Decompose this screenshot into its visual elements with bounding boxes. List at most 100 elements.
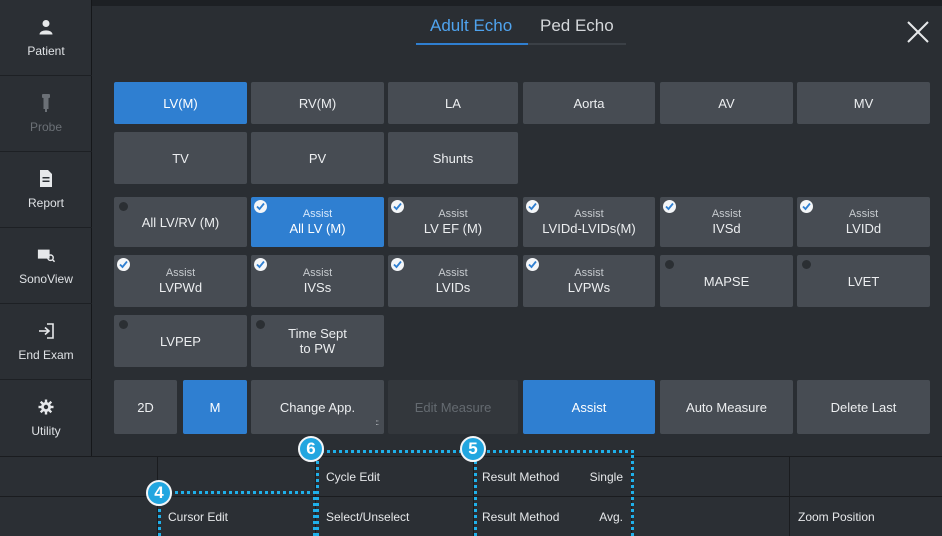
- change-app-button[interactable]: Change App. ::: [251, 380, 384, 434]
- measure-mapse-button[interactable]: MAPSE: [660, 255, 793, 307]
- measure-label: LVIDs: [435, 280, 471, 295]
- sidebar-item-patient[interactable]: Patient: [0, 0, 92, 76]
- auto-measure-button[interactable]: Auto Measure: [660, 380, 793, 434]
- change-app-label: Change App.: [279, 399, 356, 415]
- callout-6-badge: 6: [298, 436, 324, 462]
- zoom-position-label: Zoom Position: [798, 509, 875, 524]
- unchecked-indicator: [665, 260, 674, 269]
- sidebar-item-label: SonoView: [19, 271, 73, 286]
- category-rv-m-button[interactable]: RV(M): [251, 82, 384, 124]
- check-icon: [391, 200, 404, 213]
- sidebar-item-label: Patient: [27, 43, 65, 58]
- callout-5-frame: [474, 450, 634, 536]
- edit-measure-button[interactable]: Edit Measure: [388, 380, 518, 434]
- measure-lvpep-button[interactable]: LVPEP: [114, 315, 247, 367]
- check-icon: [663, 200, 676, 213]
- assist-label: Assist: [302, 208, 333, 220]
- unchecked-indicator: [256, 320, 265, 329]
- soft-key-empty: [632, 456, 790, 496]
- check-icon: [254, 258, 267, 271]
- category-tv-button[interactable]: TV: [114, 132, 247, 184]
- category-lv-m-button[interactable]: LV(M): [114, 82, 247, 124]
- close-icon[interactable]: [906, 20, 930, 44]
- tab-ped-echo[interactable]: Ped Echo: [540, 16, 614, 36]
- sidebar-item-label: Utility: [31, 424, 61, 438]
- sidebar-item-end-exam[interactable]: End Exam: [0, 304, 92, 380]
- measure-label: LVPWd: [158, 280, 203, 295]
- soft-key-empty: [632, 496, 790, 536]
- measure-lvids-button[interactable]: Assist LVIDs: [388, 255, 518, 307]
- exit-icon: [37, 322, 55, 340]
- measure-lvpws-button[interactable]: Assist LVPWs: [523, 255, 655, 307]
- sidebar-item-label: Report: [27, 195, 65, 210]
- gear-icon: [37, 398, 55, 416]
- measure-ivsd-button[interactable]: Assist IVSd: [660, 197, 793, 247]
- assist-label: Assist: [574, 267, 604, 279]
- category-av-button[interactable]: AV: [660, 82, 793, 124]
- assist-label: Assist: [574, 208, 604, 220]
- assist-button[interactable]: Assist: [523, 380, 655, 434]
- check-icon: [391, 258, 404, 271]
- assist-label: Assist: [438, 267, 468, 279]
- measure-label: LVPEP: [160, 333, 201, 349]
- assist-label: Assist: [711, 208, 742, 220]
- category-aorta-button[interactable]: Aorta: [523, 82, 655, 124]
- check-icon: [526, 258, 539, 271]
- delete-last-button[interactable]: Delete Last: [797, 380, 930, 434]
- check-icon: [117, 258, 130, 271]
- callout-6-frame: [316, 450, 474, 536]
- soft-key-empty: [0, 496, 158, 536]
- measure-label: All LV (M): [289, 221, 346, 236]
- soft-key-empty: [0, 456, 158, 496]
- measure-ivss-button[interactable]: Assist IVSs: [251, 255, 384, 307]
- measure-label: LVET: [847, 273, 880, 289]
- measure-label: IVSd: [712, 221, 741, 236]
- category-la-button[interactable]: LA: [388, 82, 518, 124]
- tab-active-indicator: [416, 43, 528, 45]
- measure-lv-ef-m-button[interactable]: Assist LV EF (M): [388, 197, 518, 247]
- sidebar-item-report[interactable]: Report: [0, 152, 92, 228]
- measure-lvpwd-button[interactable]: Assist LVPWd: [114, 255, 247, 307]
- measure-label: All LV/RV (M): [141, 214, 220, 230]
- sidebar: Patient Probe Report SonoView End Exam U…: [0, 0, 92, 456]
- unchecked-indicator: [802, 260, 811, 269]
- measure-label: Time Sept to PW: [288, 326, 347, 356]
- document-icon: [37, 170, 55, 188]
- sidebar-item-utility[interactable]: Utility: [0, 380, 92, 456]
- sidebar-item-label: Probe: [29, 119, 63, 134]
- measure-lvidd-lvids-m-button[interactable]: Assist LVIDd-LVIDs(M): [523, 197, 655, 247]
- measure-label: LVPWs: [567, 280, 611, 295]
- soft-key-empty: [158, 456, 316, 496]
- probe-icon: [37, 93, 55, 112]
- check-icon: [526, 200, 539, 213]
- measure-label: LVIDd: [845, 221, 882, 236]
- assist-label: Assist: [302, 267, 333, 279]
- measure-lvet-button[interactable]: LVET: [797, 255, 930, 307]
- callout-5-badge: 5: [460, 436, 486, 462]
- measure-time-sept-to-pw-button[interactable]: Time Sept to PW: [251, 315, 384, 367]
- measure-all-lv-rv-m-button[interactable]: All LV/RV (M): [114, 197, 247, 247]
- check-icon: [254, 200, 267, 213]
- measure-label: IVSs: [303, 280, 332, 295]
- sidebar-item-sonoview[interactable]: SonoView: [0, 228, 92, 304]
- sidebar-item-label: End Exam: [18, 347, 74, 362]
- mode-m-button[interactable]: M: [183, 380, 247, 434]
- soft-key-empty: [790, 456, 942, 496]
- measure-lvidd-button[interactable]: Assist LVIDd: [797, 197, 930, 247]
- measure-all-lv-m-button[interactable]: Assist All LV (M): [251, 197, 384, 247]
- zoom-position-key[interactable]: Zoom Position: [790, 496, 942, 536]
- check-icon: [800, 200, 813, 213]
- callout-4-badge: 4: [146, 480, 172, 506]
- assist-label: Assist: [165, 267, 196, 279]
- measure-label: LVIDd-LVIDs(M): [542, 221, 636, 236]
- category-pv-button[interactable]: PV: [251, 132, 384, 184]
- sidebar-item-probe[interactable]: Probe: [0, 76, 92, 152]
- mode-2d-button[interactable]: 2D: [114, 380, 177, 434]
- category-mv-button[interactable]: MV: [797, 82, 930, 124]
- callout-4-frame: [158, 491, 316, 536]
- more-options-icon: ::: [375, 418, 380, 427]
- category-shunts-button[interactable]: Shunts: [388, 132, 518, 184]
- measure-label: MAPSE: [703, 273, 750, 289]
- tab-adult-echo[interactable]: Adult Echo: [430, 16, 512, 36]
- sonoview-icon: [37, 246, 55, 264]
